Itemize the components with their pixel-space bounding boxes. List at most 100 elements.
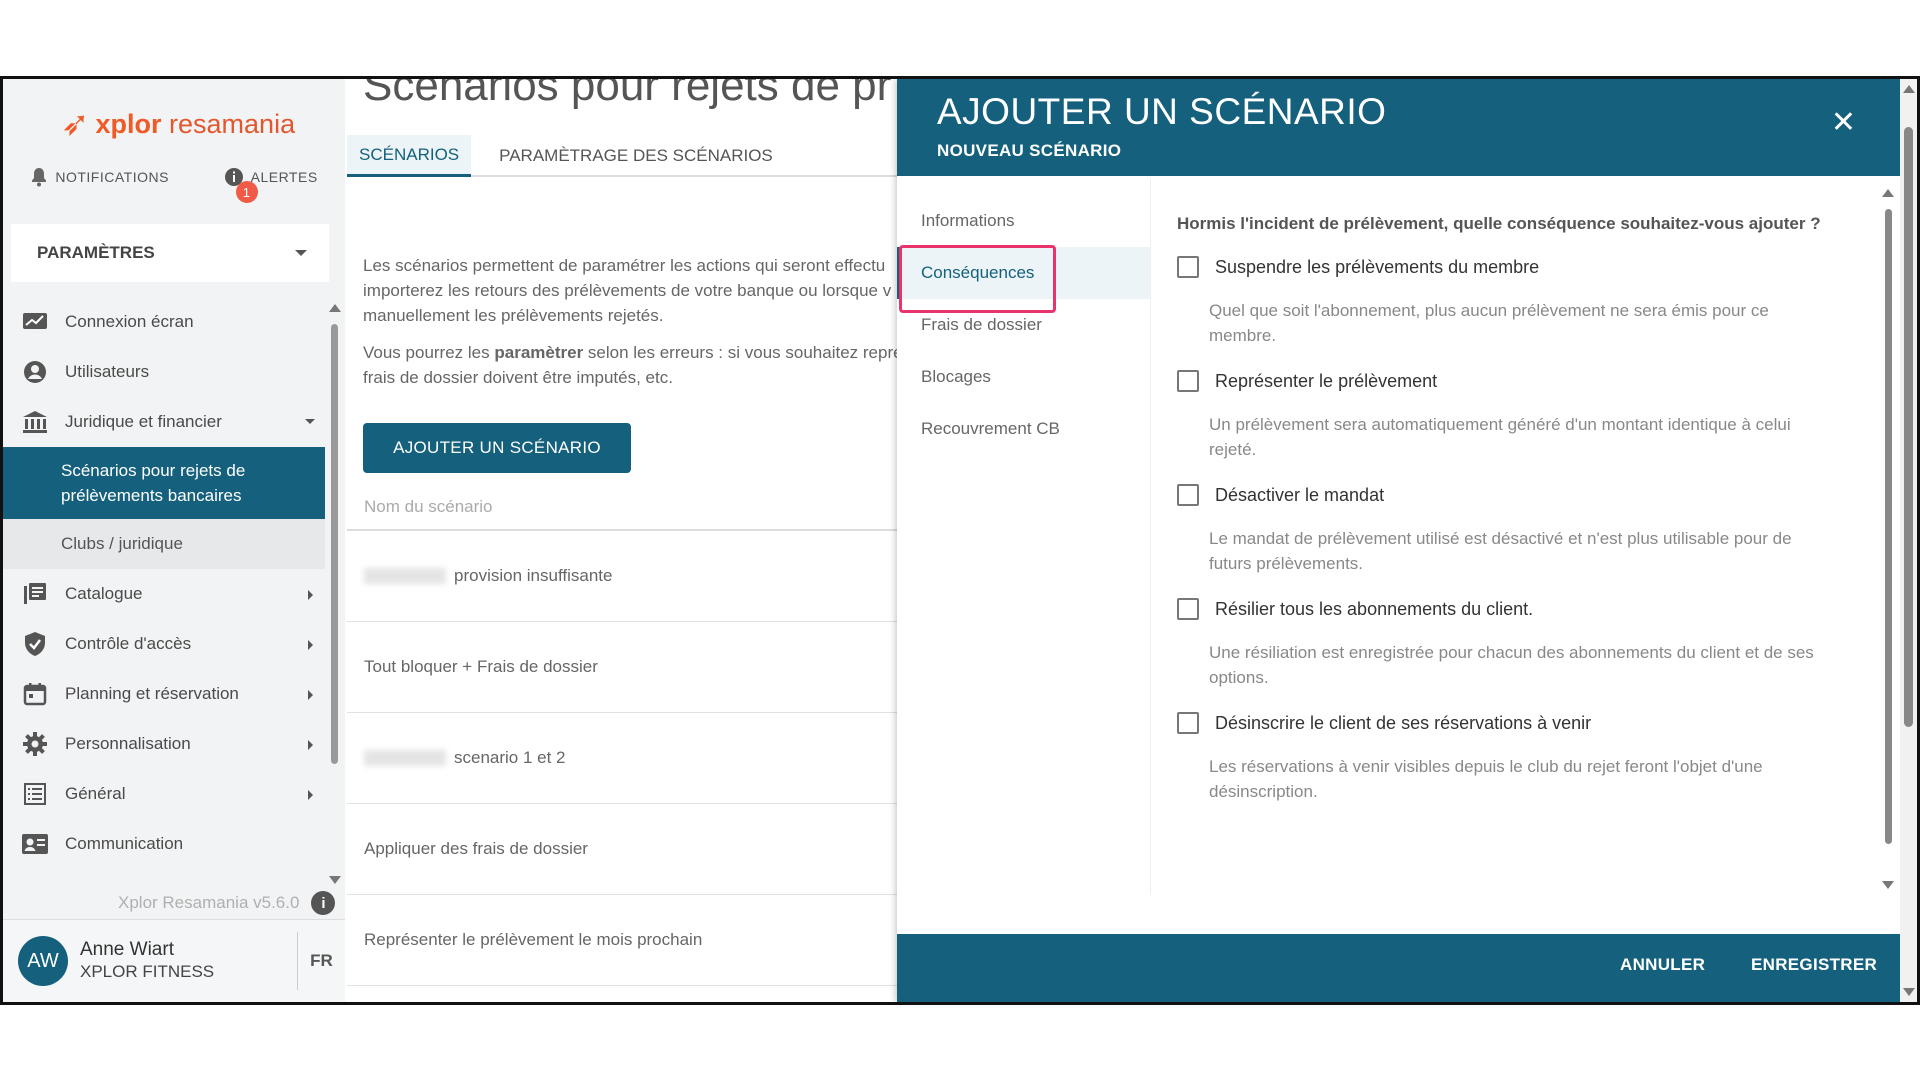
notifications-button[interactable]: NOTIFICATIONS <box>30 167 169 187</box>
sidebar-item-connexion-ecran[interactable]: Connexion écran <box>3 297 325 347</box>
sidebar-item-communication[interactable]: Communication <box>3 819 325 869</box>
option-label[interactable]: Désinscrire le client de ses réservation… <box>1215 713 1591 734</box>
scroll-down-icon[interactable] <box>1903 988 1915 996</box>
table-row[interactable]: scenario 1 et 2 <box>347 713 907 804</box>
bell-icon <box>32 168 47 187</box>
table-row[interactable]: provision insuffisante <box>347 531 907 622</box>
option-row: Désactiver le mandat <box>1177 484 1867 506</box>
row-name: provision insuffisante <box>454 566 613 585</box>
sidebar-item-controle-acces[interactable]: Contrôle d'accès <box>3 619 325 669</box>
logo-xplor: xplor <box>95 108 162 139</box>
sidebar-scroll-thumb[interactable] <box>331 324 338 764</box>
option-label[interactable]: Représenter le prélèvement <box>1215 371 1437 392</box>
save-button[interactable]: ENREGISTRER <box>1751 955 1877 975</box>
sidebar-item-catalogue[interactable]: Catalogue <box>3 569 325 619</box>
option-row: Résilier tous les abonnements du client. <box>1177 598 1867 620</box>
page-scroll-thumb[interactable] <box>1904 127 1913 727</box>
scroll-up-icon[interactable] <box>329 304 341 312</box>
option-desinscrire: Désinscrire le client de ses réservation… <box>1177 712 1867 804</box>
highlight-box <box>899 245 1056 313</box>
sidebar-item-label: Planning et réservation <box>65 684 239 703</box>
info-icon[interactable]: i <box>311 891 336 915</box>
modal-footer: ANNULER ENREGISTRER <box>897 934 1900 1002</box>
modal-scroll-thumb[interactable] <box>1885 209 1892 844</box>
checkbox[interactable] <box>1177 484 1199 506</box>
sidebar-item-label: Communication <box>65 834 184 853</box>
catalog-icon <box>21 580 49 608</box>
option-label[interactable]: Désactiver le mandat <box>1215 485 1384 506</box>
chevron-right-icon <box>308 790 313 800</box>
logo-resamania: resamania <box>169 108 296 139</box>
checkbox[interactable] <box>1177 370 1199 392</box>
redacted-text <box>364 568 446 584</box>
sidebar-item-planning[interactable]: Planning et réservation <box>3 669 325 719</box>
sidebar-item-label: Connexion écran <box>65 312 194 331</box>
alerts-button[interactable]: ALERTES 1 <box>224 167 318 203</box>
sidebar-subitem-clubs[interactable]: Clubs / juridique <box>3 519 325 569</box>
sidebar-scrollbar[interactable] <box>329 304 341 884</box>
sidebar-item-personnalisation[interactable]: Personnalisation <box>3 719 325 769</box>
tab-parametrage[interactable]: PARAMÈTRAGE DES SCÉNARIOS <box>487 135 785 177</box>
modal-nav-recouvrement-cb[interactable]: Recouvrement CB <box>897 403 1150 455</box>
user-circle-icon <box>21 358 49 386</box>
sidebar-item-label: Contrôle d'accès <box>65 634 192 653</box>
option-label[interactable]: Résilier tous les abonnements du client. <box>1215 599 1533 620</box>
user-info[interactable]: Anne Wiart XPLOR FITNESS <box>80 939 214 983</box>
close-icon[interactable]: ✕ <box>1831 105 1856 140</box>
language-selector[interactable]: FR <box>297 932 345 990</box>
logo[interactable]: ➶ xplor resamania <box>61 99 295 149</box>
tab-scenarios[interactable]: SCÉNARIOS <box>347 135 472 177</box>
list-icon <box>21 780 49 808</box>
sidebar-item-utilisateurs[interactable]: Utilisateurs <box>3 347 325 397</box>
scroll-down-icon[interactable] <box>329 876 341 884</box>
chevron-right-icon <box>308 740 313 750</box>
modal-nav-informations[interactable]: Informations <box>897 195 1150 247</box>
main-content: Scénarios pour rejets de pr SCÉNARIOS PA… <box>347 79 907 1002</box>
sidebar-subitem-scenarios[interactable]: Scénarios pour rejets de prélèvements ba… <box>3 447 325 519</box>
caret-down-icon <box>295 250 307 256</box>
table-row[interactable]: Appliquer des frais de dossier <box>347 804 907 895</box>
checkbox[interactable] <box>1177 598 1199 620</box>
page-scrollbar[interactable] <box>1900 79 1917 1002</box>
checkbox[interactable] <box>1177 256 1199 278</box>
user-name: Anne Wiart <box>80 939 174 960</box>
option-label[interactable]: Suspendre les prélèvements du membre <box>1215 257 1539 278</box>
avatar[interactable]: AW <box>18 936 68 986</box>
modal-scrollbar[interactable] <box>1882 189 1894 889</box>
table-row[interactable]: Représenter le prélèvement le mois proch… <box>347 895 907 986</box>
scroll-down-icon[interactable] <box>1882 881 1894 889</box>
chevron-down-icon <box>305 419 315 424</box>
modal-subtitle: NOUVEAU SCÉNARIO <box>937 141 1122 160</box>
column-header-name[interactable]: Nom du scénario <box>347 485 907 531</box>
row-name: scenario 1 et 2 <box>454 748 566 767</box>
scroll-up-icon[interactable] <box>1882 189 1894 197</box>
option-description: Quel que soit l'abonnement, plus aucun p… <box>1209 301 1769 345</box>
scroll-up-icon[interactable] <box>1903 85 1915 93</box>
modal-header: AJOUTER UN SCÉNARIO NOUVEAU SCÉNARIO ✕ <box>897 79 1900 176</box>
intro-line: selon les erreurs : si vous souhaitez re… <box>583 343 907 362</box>
scenario-table: provision insuffisante Tout bloquer + Fr… <box>347 531 907 986</box>
option-row: Suspendre les prélèvements du membre <box>1177 256 1867 278</box>
tabs: SCÉNARIOS PARAMÈTRAGE DES SCÉNARIOS <box>347 135 907 177</box>
cancel-button[interactable]: ANNULER <box>1620 955 1705 975</box>
intro-line: frais de dossier doivent être imputés, e… <box>363 368 673 387</box>
sidebar-item-juridique[interactable]: Juridique et financier <box>3 397 325 447</box>
intro-line: Les scénarios permettent de paramétrer l… <box>363 256 886 275</box>
table-row[interactable]: Tout bloquer + Frais de dossier <box>347 622 907 713</box>
option-description: Les réservations à venir visibles depuis… <box>1209 757 1763 801</box>
add-scenario-button[interactable]: AJOUTER UN SCÉNARIO <box>363 423 631 473</box>
settings-dropdown[interactable]: PARAMÈTRES <box>11 224 329 282</box>
bank-icon <box>21 408 49 436</box>
sidebar-item-general[interactable]: Général <box>3 769 325 819</box>
alerts-label: ALERTES <box>250 169 318 185</box>
settings-dropdown-label: PARAMÈTRES <box>37 243 155 262</box>
app-version: Xplor Resamania v5.6.0 i <box>118 891 336 915</box>
modal-nav-blocages[interactable]: Blocages <box>897 351 1150 403</box>
sidebar-menu: Connexion écran Utilisateurs Juridique e… <box>3 297 325 869</box>
sidebar-item-label: Général <box>65 784 126 803</box>
sidebar-item-label: Personnalisation <box>65 734 191 753</box>
option-description: Une résiliation est enregistrée pour cha… <box>1209 643 1814 687</box>
checkbox[interactable] <box>1177 712 1199 734</box>
redacted-text <box>364 750 446 766</box>
monitor-chart-icon <box>21 308 49 336</box>
